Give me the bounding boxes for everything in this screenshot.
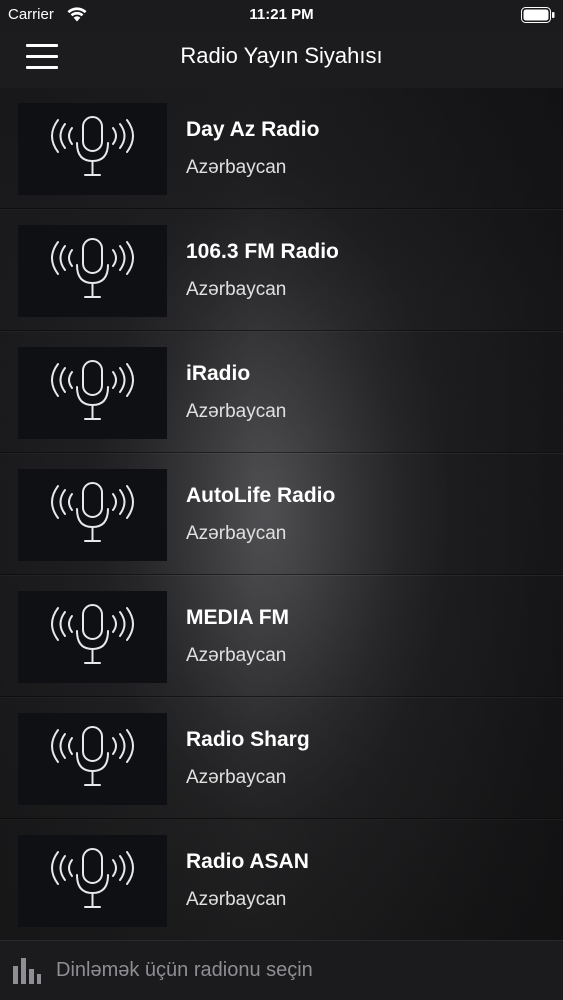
station-name: AutoLife Radio (186, 484, 336, 507)
app-screen: Carrier 11:21 PM Radio Yayın Siyahısı Da… (0, 0, 563, 1000)
station-country: Azərbaycan (186, 767, 287, 788)
station-row[interactable]: Radio Sharg Azərbaycan (0, 698, 563, 819)
station-country: Azərbaycan (186, 523, 287, 544)
station-row[interactable]: AutoLife Radio Azərbaycan (0, 454, 563, 575)
station-name: Radio ASAN (186, 850, 309, 873)
station-thumbnail (18, 591, 167, 683)
nav-bar: Radio Yayın Siyahısı (0, 30, 563, 88)
station-thumbnail (18, 469, 167, 561)
station-row[interactable]: Radio ASAN Azərbaycan (0, 820, 563, 941)
station-row[interactable]: Day Az Radio Azərbaycan (0, 88, 563, 209)
station-country: Azərbaycan (186, 401, 287, 422)
microphone-broadcast-icon (51, 482, 134, 542)
station-row[interactable]: iRadio Azərbaycan (0, 332, 563, 453)
page-title: Radio Yayın Siyahısı (180, 43, 383, 68)
microphone-broadcast-icon (51, 726, 134, 786)
station-country: Azərbaycan (186, 645, 287, 666)
player-bar[interactable]: Dinləmək üçün radionu seçin (0, 940, 563, 1000)
station-thumbnail (18, 713, 167, 805)
microphone-broadcast-icon (51, 238, 134, 298)
station-row[interactable]: 106.3 FM Radio Azərbaycan (0, 210, 563, 331)
station-name: MEDIA FM (186, 606, 290, 629)
battery-icon (521, 7, 555, 23)
station-name: Day Az Radio (186, 118, 320, 141)
station-thumbnail (18, 347, 167, 439)
station-name: 106.3 FM Radio (186, 240, 339, 263)
station-name: iRadio (186, 362, 251, 385)
status-bar: Carrier 11:21 PM (0, 0, 563, 30)
player-prompt: Dinləmək üçün radionu seçin (56, 959, 313, 981)
microphone-broadcast-icon (51, 360, 134, 420)
station-country: Azərbaycan (186, 279, 287, 300)
station-thumbnail (18, 225, 167, 317)
station-row[interactable]: MEDIA FM Azərbaycan (0, 576, 563, 697)
status-time: 11:21 PM (249, 6, 314, 23)
station-country: Azərbaycan (186, 157, 287, 178)
station-list[interactable]: Day Az Radio Azərbaycan 106.3 FM Radio A… (0, 88, 563, 941)
microphone-broadcast-icon (51, 116, 134, 176)
station-name: Radio Sharg (186, 728, 310, 751)
station-thumbnail (18, 103, 167, 195)
station-thumbnail (18, 835, 167, 927)
microphone-broadcast-icon (51, 604, 134, 664)
station-country: Azərbaycan (186, 889, 287, 910)
microphone-broadcast-icon (51, 848, 134, 908)
equalizer-icon (13, 958, 41, 984)
